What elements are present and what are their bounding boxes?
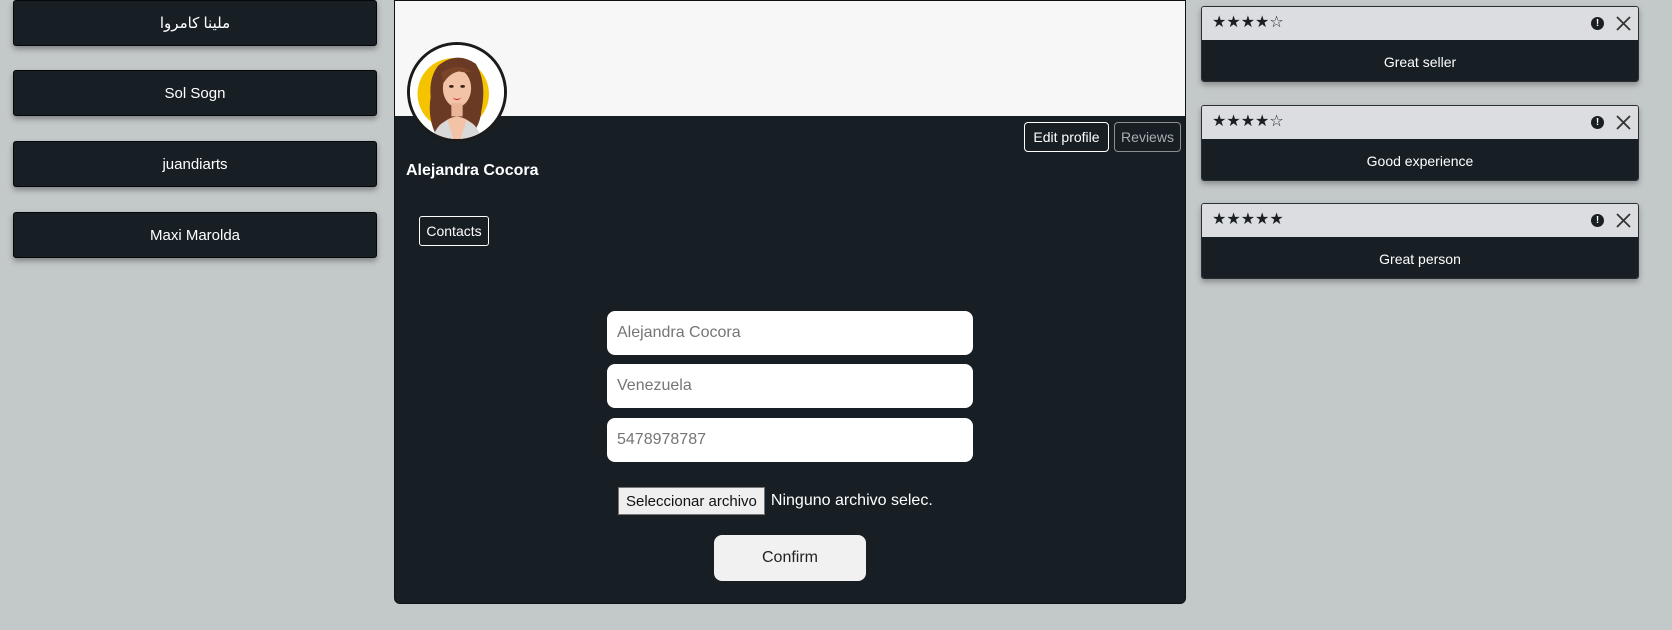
name-field[interactable]: [607, 311, 973, 355]
close-icon[interactable]: [1615, 15, 1632, 32]
country-field[interactable]: [607, 364, 973, 408]
report-icon[interactable]: !: [1591, 116, 1604, 129]
star-rating: ★★★★☆: [1212, 14, 1284, 31]
file-status: Ninguno archivo selec.: [770, 492, 933, 509]
review-text: Great person: [1202, 237, 1638, 278]
review-text: Good experience: [1202, 139, 1638, 180]
reviews-label: Reviews: [1121, 129, 1174, 145]
confirm-button[interactable]: Confirm: [714, 535, 866, 581]
contact-item[interactable]: Sol Sogn: [13, 70, 377, 116]
reviews-button[interactable]: Reviews: [1114, 122, 1181, 152]
contact-item[interactable]: ملينا كامروا: [13, 0, 377, 46]
edit-profile-button[interactable]: Edit profile: [1024, 122, 1109, 152]
contacts-button[interactable]: Contacts: [419, 216, 489, 246]
report-icon[interactable]: !: [1591, 214, 1604, 227]
review-card: ★★★★★ ! Great person: [1201, 203, 1639, 279]
contacts-label: Contacts: [426, 223, 482, 239]
profile-card: Edit profile Reviews Alejandra Cocora Co…: [394, 0, 1186, 604]
star-rating: ★★★★☆: [1212, 113, 1284, 130]
contact-name: Maxi Marolda: [149, 226, 241, 244]
contact-item[interactable]: Maxi Marolda: [13, 212, 377, 258]
confirm-label: Confirm: [761, 549, 818, 566]
profile-banner: [395, 1, 1185, 116]
review-card: ★★★★☆ ! Good experience: [1201, 105, 1639, 181]
close-icon[interactable]: [1615, 114, 1632, 131]
avatar-portrait: [410, 45, 504, 139]
choose-file-button[interactable]: Seleccionar archivo: [618, 487, 765, 515]
contact-item[interactable]: juandiarts: [13, 141, 377, 187]
review-header: ★★★★☆ !: [1202, 7, 1638, 40]
phone-field[interactable]: [607, 418, 973, 462]
avatar[interactable]: [407, 42, 507, 142]
review-header: ★★★★☆ !: [1202, 106, 1638, 139]
report-icon[interactable]: !: [1591, 17, 1604, 30]
close-icon[interactable]: [1615, 212, 1632, 229]
contact-name: Sol Sogn: [164, 84, 226, 102]
contact-name: ملينا كامروا: [159, 15, 231, 32]
file-upload: Seleccionar archivo Ninguno archivo sele…: [618, 487, 933, 515]
profile-name: Alejandra Cocora: [406, 162, 539, 179]
choose-file-label: Seleccionar archivo: [626, 492, 757, 510]
edit-profile-label: Edit profile: [1033, 129, 1100, 145]
review-card: ★★★★☆ ! Great seller: [1201, 6, 1639, 82]
review-header: ★★★★★ !: [1202, 204, 1638, 237]
contact-name: juandiarts: [162, 155, 228, 173]
review-text: Great seller: [1202, 40, 1638, 81]
star-rating: ★★★★★: [1212, 211, 1284, 228]
